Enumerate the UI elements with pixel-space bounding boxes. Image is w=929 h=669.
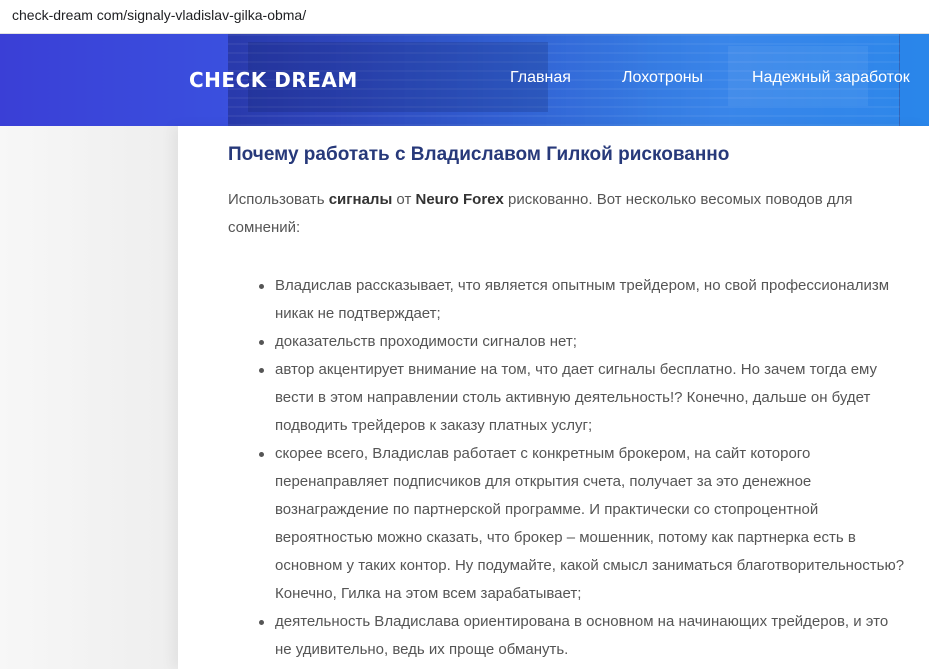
article-intro: Использовать сигналы от Neuro Forex риск… bbox=[228, 191, 853, 236]
bold-link-neuro-forex: Neuro Forex bbox=[415, 191, 504, 208]
list-item: автор акцентирует внимание на том, что д… bbox=[228, 356, 908, 440]
list-item: Владислав рассказывает, что является опы… bbox=[228, 272, 908, 328]
reasons-list: Владислав рассказывает, что является опы… bbox=[228, 272, 908, 664]
list-item: скорее всего, Владислав работает с конкр… bbox=[228, 440, 908, 608]
nav-item-home[interactable]: Главная bbox=[510, 69, 571, 87]
main-nav: Главная Лохотроны Надежный заработок bbox=[0, 69, 929, 93]
article-content: Почему работать с Владиславом Гилкой рис… bbox=[178, 126, 929, 669]
url-text[interactable]: check-dream com/signaly-vladislav-gilka-… bbox=[12, 7, 306, 23]
bold-link-signals: сигналы bbox=[328, 191, 393, 208]
left-sidebar-area bbox=[0, 126, 178, 669]
list-item: доказательств проходимости сигналов нет; bbox=[228, 328, 908, 356]
address-bar[interactable]: check-dream com/signaly-vladislav-gilka-… bbox=[0, 0, 929, 34]
nav-item-scams[interactable]: Лохотроны bbox=[622, 69, 703, 87]
nav-item-reliable-earnings[interactable]: Надежный заработок bbox=[752, 69, 910, 87]
site-header: CHECK DREAM Главная Лохотроны Надежный з… bbox=[0, 34, 929, 126]
article-heading: Почему работать с Владиславом Гилкой рис… bbox=[228, 144, 730, 165]
list-item: деятельность Владислава ориентирована в … bbox=[228, 608, 908, 664]
